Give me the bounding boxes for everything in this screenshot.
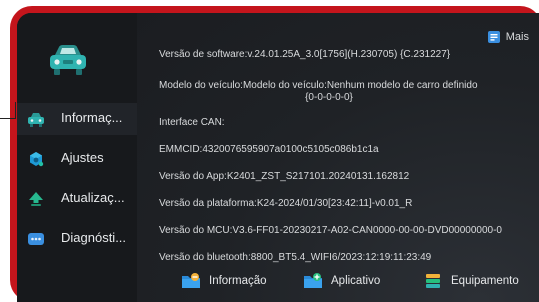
more-button[interactable]: Mais <box>487 31 529 43</box>
can-interface: Interface CAN: <box>159 117 225 128</box>
car-logo-icon <box>50 45 86 75</box>
callout-line <box>0 118 16 119</box>
app-version: Versão do App:K2401_ZST_S217101.20240131… <box>159 171 410 182</box>
tab-label: Aplicativo <box>331 275 381 287</box>
sidebar-item-diagnostico[interactable]: Diagnósti... <box>17 223 137 255</box>
update-icon <box>29 192 43 206</box>
platform-version: Versão da plataforma:K24-2024/01/30[23:4… <box>159 198 413 209</box>
callout-line-vertical <box>15 102 16 119</box>
info-folder-icon <box>182 273 200 288</box>
screen: Informaç... Ajustes Atualizaç... Diagnós… <box>17 13 539 302</box>
more-menu-icon <box>487 31 500 43</box>
sidebar-item-label: Diagnósti... <box>61 230 127 245</box>
more-label: Mais <box>505 31 529 43</box>
bluetooth-version: Versão do bluetooth:8800_BT5.4_WIFI6/202… <box>159 252 432 263</box>
bottom-tabs: Informação Aplicativo Equipamento <box>137 267 539 295</box>
emmc-id: EMMCID:4320076595907a0100c5105c086b1c1a <box>159 144 379 155</box>
sidebar-item-label: Atualizaç... <box>61 190 125 205</box>
vehicle-model: Modelo do veículo:Modelo do veículo:Nenh… <box>159 80 478 91</box>
equipment-icon <box>426 274 440 288</box>
sidebar-item-label: Ajustes <box>61 150 104 165</box>
car-icon <box>28 113 44 127</box>
sidebar-item-informacao[interactable]: Informaç... <box>17 103 137 135</box>
software-version: Versão de software:v.24.01.25A_3.0[1756]… <box>159 49 451 60</box>
settings-icon <box>30 152 44 167</box>
tab-equipamento[interactable]: Equipamento <box>423 267 519 295</box>
tab-label: Informação <box>209 275 267 287</box>
sidebar-item-label: Informaç... <box>61 110 123 125</box>
diagnostic-icon <box>28 233 44 245</box>
mcu-version: Versão do MCU:V3.6-FF01-20230217-A02-CAN… <box>159 225 502 236</box>
sidebar: Informaç... Ajustes Atualizaç... Diagnós… <box>17 13 137 302</box>
tab-label: Equipamento <box>451 275 519 287</box>
vehicle-model-code: {0-0-0-0-0} <box>305 92 353 103</box>
info-panel: Mais Versão de software:v.24.01.25A_3.0[… <box>137 13 539 302</box>
tab-informacao[interactable]: Informação <box>181 267 267 295</box>
tab-aplicativo[interactable]: Aplicativo <box>303 267 380 295</box>
sidebar-item-ajustes[interactable]: Ajustes <box>17 143 137 175</box>
sidebar-item-atualizacao[interactable]: Atualizaç... <box>17 183 137 215</box>
app-folder-icon <box>304 273 322 288</box>
